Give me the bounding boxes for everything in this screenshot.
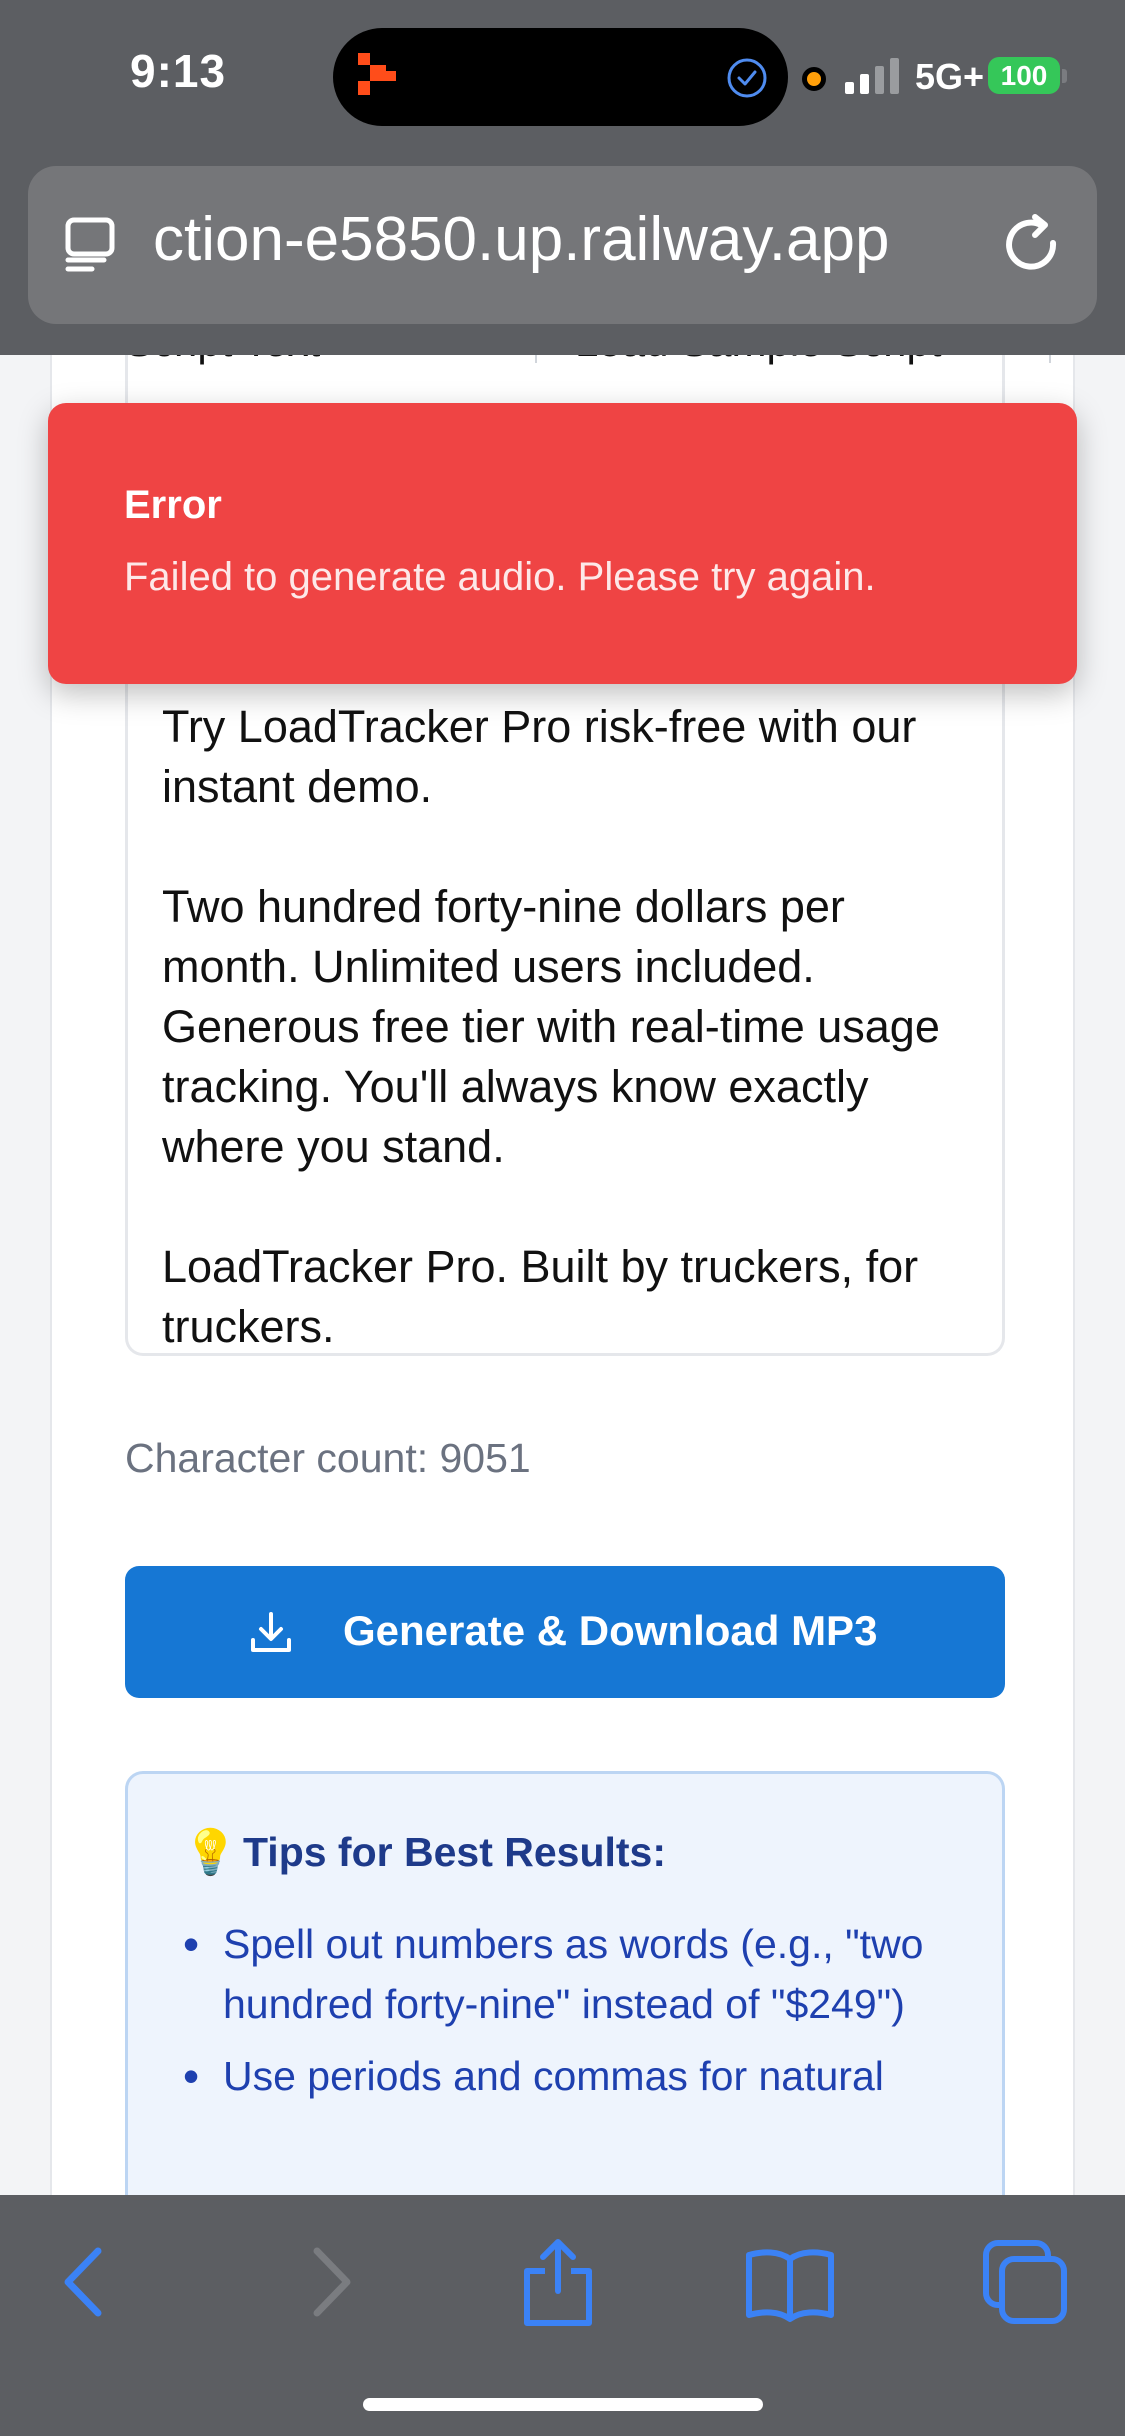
home-indicator [363, 2398, 763, 2411]
cellular-signal-icon [845, 58, 899, 94]
battery-indicator: 100 [988, 57, 1060, 94]
tip-item: Spell out numbers as words (e.g., "two h… [178, 1914, 968, 2034]
tips-list: Spell out numbers as words (e.g., "two h… [178, 1914, 968, 2118]
lightbulb-icon: 💡 [183, 1828, 238, 1877]
forward-icon[interactable] [285, 2237, 375, 2327]
download-icon [251, 1612, 291, 1652]
script-text-content[interactable]: Try LoadTracker Pro risk-free with our i… [162, 697, 972, 1357]
tabs-icon[interactable] [980, 2237, 1070, 2327]
network-type: 5G+ [915, 56, 985, 97]
reload-icon[interactable] [995, 209, 1067, 281]
status-time: 9:13 [130, 45, 227, 97]
generate-download-button[interactable]: Generate & Download MP3 [125, 1566, 1005, 1698]
bookmarks-icon[interactable] [745, 2237, 835, 2327]
url-text[interactable]: ction-e5850.up.railway.app [153, 204, 993, 275]
generate-button-label: Generate & Download MP3 [343, 1607, 878, 1654]
address-bar[interactable]: ction-e5850.up.railway.app [28, 166, 1097, 324]
reader-icon[interactable] [60, 214, 120, 274]
share-icon[interactable] [513, 2237, 603, 2327]
battery-nub [1062, 69, 1067, 83]
tips-panel: 💡 Tips for Best Results: Spell out numbe… [125, 1771, 1005, 2195]
error-toast[interactable]: Error Failed to generate audio. Please t… [48, 403, 1077, 684]
header-divider [1049, 355, 1051, 363]
character-count: Character count: 9051 [125, 1435, 531, 1481]
toast-title: Error [124, 483, 222, 527]
checkmark-circle-icon [727, 58, 767, 98]
toast-message: Failed to generate audio. Please try aga… [124, 555, 876, 599]
status-bar: 9:13 5G+ 100 [0, 0, 1125, 155]
back-icon[interactable] [40, 2237, 130, 2327]
privacy-indicator-dot [802, 67, 826, 91]
tips-title: Tips for Best Results: [243, 1829, 666, 1875]
dynamic-island [333, 28, 788, 126]
app-activity-icon [358, 53, 396, 95]
tip-item: Use periods and commas for natural [178, 2046, 968, 2106]
